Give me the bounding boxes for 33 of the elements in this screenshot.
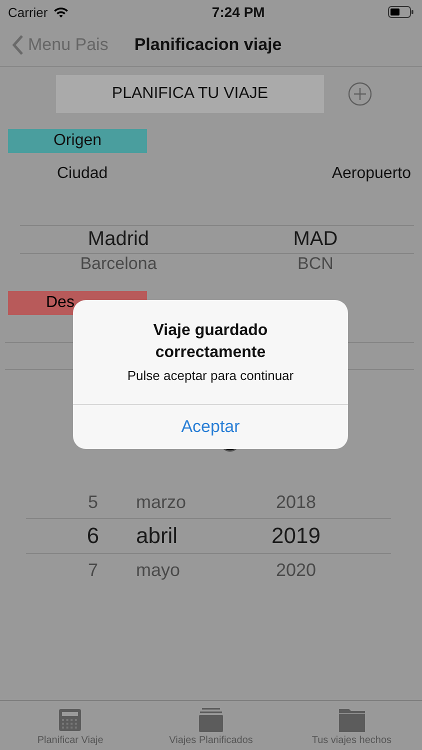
column-header: Aeropuerto (332, 165, 411, 183)
add-circle-icon[interactable] (348, 82, 372, 106)
accept-button[interactable]: Aceptar (73, 405, 348, 449)
alert-message: Pulse aceptar para continuar (127, 368, 294, 383)
alert-title: Viaje guardado correctamente (152, 321, 269, 363)
wifi-icon (52, 6, 69, 18)
month-option[interactable]: mayo (136, 560, 216, 580)
day-option[interactable]: 6 (26, 523, 136, 549)
plan-trip-button[interactable]: PLANIFICA TU VIAJE (56, 75, 324, 113)
picker-option[interactable]: MAD (217, 228, 414, 251)
folder-icon (338, 708, 365, 732)
year-option[interactable]: 2019 (216, 523, 376, 549)
stack-icon (199, 708, 223, 732)
month-option[interactable]: marzo (136, 492, 216, 512)
column-header: Ciudad (57, 165, 108, 183)
battery-icon (388, 6, 414, 18)
picker-option[interactable]: Barcelona (20, 254, 217, 274)
year-option[interactable]: 2020 (216, 560, 376, 580)
calculator-icon (58, 708, 82, 732)
chevron-left-icon (12, 35, 24, 55)
tab-bar-item[interactable]: Tus viajes hechos (281, 701, 422, 750)
picker-option[interactable]: Madrid (20, 228, 217, 251)
year-option[interactable]: 2018 (216, 492, 376, 512)
day-option[interactable]: 7 (26, 560, 136, 580)
day-option[interactable]: 5 (26, 492, 136, 512)
month-option[interactable]: abril (136, 523, 216, 549)
tab-bar-item[interactable]: Viajes Planificados (140, 701, 282, 750)
picker-option[interactable]: BCN (217, 254, 414, 274)
status-time: 7:24 PM (212, 4, 265, 20)
screen-title: Planificacion viaje (134, 35, 282, 55)
origin-label: Origen (8, 129, 147, 153)
carrier-label: Carrier (8, 4, 48, 20)
tab-bar-item[interactable]: Planificar Viaje (0, 701, 141, 750)
